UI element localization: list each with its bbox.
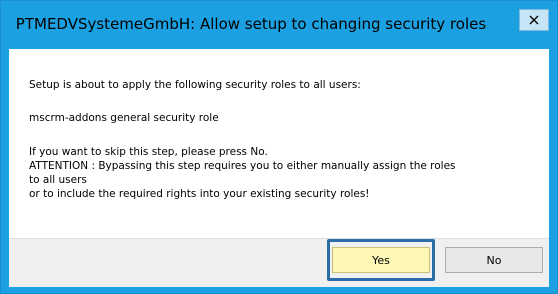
close-button[interactable] xyxy=(519,9,549,31)
yes-button[interactable]: Yes xyxy=(332,247,430,273)
dialog-content: Setup is about to apply the following se… xyxy=(9,49,549,287)
message-line: If you want to skip this step, please pr… xyxy=(29,146,268,158)
no-button[interactable]: No xyxy=(445,247,543,273)
message-line: to all users xyxy=(29,174,87,186)
message-line: or to include the required rights into y… xyxy=(29,188,370,200)
dialog-window: PTMEDVSystemeGmbH: Allow setup to changi… xyxy=(0,0,558,294)
title-bar[interactable]: PTMEDVSystemeGmbH: Allow setup to changi… xyxy=(1,1,557,49)
close-icon xyxy=(529,15,539,25)
message-line: mscrm-addons general security role xyxy=(29,112,219,124)
message-line: Setup is about to apply the following se… xyxy=(29,79,361,91)
dialog-title: PTMEDVSystemeGmbH: Allow setup to changi… xyxy=(15,15,487,33)
message-line: ATTENTION : Bypassing this step requires… xyxy=(29,160,456,172)
